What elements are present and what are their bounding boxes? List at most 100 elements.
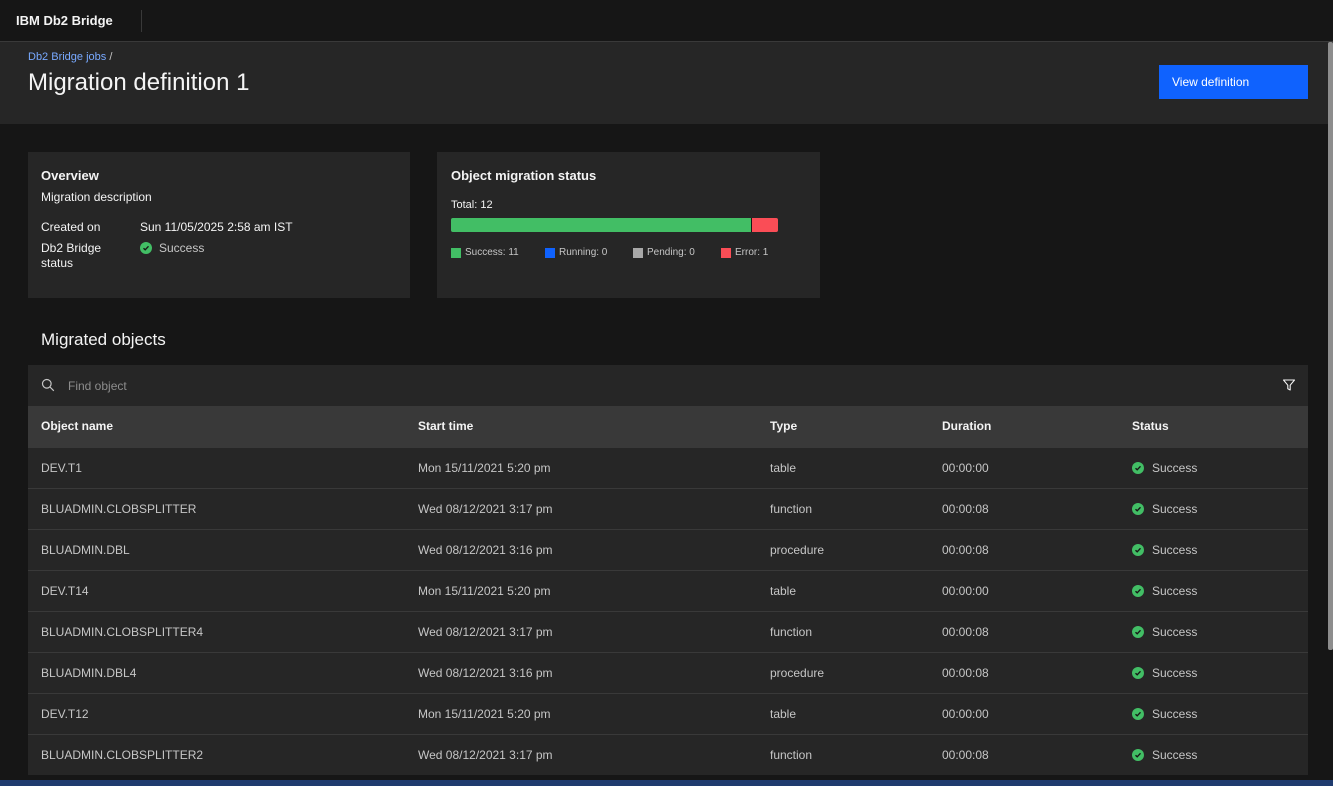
status-text: Success	[1152, 665, 1198, 680]
cell-name: DEV.T12	[41, 706, 89, 721]
cell-type: table	[770, 706, 797, 721]
created-on-value: Sun 11/05/2025 2:58 am IST	[140, 220, 293, 234]
bridge-status-value: Success	[140, 241, 204, 255]
legend-label-pending: Pending: 0	[647, 247, 695, 258]
status-indicator: Success	[1132, 748, 1308, 762]
cell-name: BLUADMIN.DBL4	[41, 665, 137, 680]
checkmark-filled-icon	[1132, 584, 1144, 597]
cell-name: DEV.T1	[41, 460, 82, 475]
migration-legend: Success: 11 Running: 0 Pending: 0 Error: 1	[451, 247, 781, 258]
overview-title: Overview	[41, 168, 99, 183]
cell-start: Wed 08/12/2021 3:16 pm	[418, 542, 553, 557]
status-indicator: Success	[1132, 584, 1308, 598]
cell-status: Success	[1119, 693, 1308, 734]
breadcrumb-separator: /	[109, 51, 113, 63]
table-row[interactable]: DEV.T1 Mon 15/11/2021 5:20 pm table 00:00:0…	[28, 447, 1308, 488]
migration-total: Total: 12	[451, 199, 493, 211]
cell-duration: 00:00:00	[942, 583, 989, 598]
checkmark-filled-icon	[1132, 666, 1144, 679]
checkmark-filled-icon	[1132, 748, 1144, 761]
cell-status: Success	[1119, 652, 1308, 693]
shell-header: IBM Db2 Bridge	[0, 0, 1333, 42]
migration-progress-bar	[451, 218, 778, 232]
breadcrumb: Db2 Bridge jobs /	[28, 51, 112, 63]
cell-duration: 00:00:08	[942, 624, 989, 639]
brand-name[interactable]: IBM Db2 Bridge	[0, 9, 142, 32]
status-text: Success	[1152, 747, 1198, 762]
migrated-objects-title: Migrated objects	[41, 330, 166, 349]
column-header-start-time[interactable]: Start time	[405, 406, 757, 447]
breadcrumb-link-jobs[interactable]: Db2 Bridge jobs	[28, 51, 106, 63]
cell-status: Success	[1119, 611, 1308, 652]
cell-type: table	[770, 460, 797, 475]
created-on-text: Sun 11/05/2025 2:58 am IST	[140, 220, 293, 234]
cell-name: DEV.T14	[41, 583, 89, 598]
cell-duration: 00:00:00	[942, 460, 989, 475]
cell-start: Mon 15/11/2021 5:20 pm	[418, 583, 551, 598]
cell-duration: 00:00:08	[942, 747, 989, 762]
cell-start: Mon 15/11/2021 5:20 pm	[418, 460, 551, 475]
legend-label-running: Running: 0	[559, 247, 608, 258]
legend-swatch-running	[545, 247, 555, 258]
checkmark-filled-icon	[1132, 707, 1144, 720]
legend-swatch-pending	[633, 247, 643, 258]
progress-segment-success	[451, 218, 751, 232]
cell-duration: 00:00:08	[942, 501, 989, 516]
overview-card: Overview Migration description Created o…	[28, 152, 410, 298]
cell-status: Success	[1119, 447, 1308, 488]
table-body: DEV.T1 Mon 15/11/2021 5:20 pm table 00:00:0…	[28, 447, 1308, 775]
legend-item-pending: Pending: 0	[633, 247, 721, 258]
overview-description: Migration description	[41, 190, 152, 204]
filter-icon[interactable]	[1282, 378, 1296, 392]
table-toolbar	[28, 365, 1308, 406]
legend-item-error: Error: 1	[721, 247, 781, 258]
column-header-duration[interactable]: Duration	[929, 406, 1119, 447]
cell-type: procedure	[770, 665, 825, 680]
table-row[interactable]: BLUADMIN.CLOBSPLITTER4 Wed 08/12/2021 3:1…	[28, 611, 1308, 652]
status-text: Success	[1152, 501, 1198, 516]
page-title: Migration definition 1	[28, 69, 250, 96]
table-header-row: Object name Start time Type Duration Status	[28, 406, 1308, 447]
table-row[interactable]: BLUADMIN.CLOBSPLITTER Wed 08/12/2021 3:17…	[28, 488, 1308, 529]
checkmark-filled-icon	[1132, 502, 1144, 515]
cell-start: Mon 15/11/2021 5:20 pm	[418, 706, 551, 721]
table-row[interactable]: BLUADMIN.DBL4 Wed 08/12/2021 3:16 pm proce…	[28, 652, 1308, 693]
cell-start: Wed 08/12/2021 3:17 pm	[418, 624, 553, 639]
page-header: Db2 Bridge jobs / Migration definition 1…	[0, 42, 1333, 124]
bridge-status-label: Db2 Bridge status	[41, 241, 102, 270]
cell-type: function	[770, 747, 813, 762]
table-row[interactable]: DEV.T12 Mon 15/11/2021 5:20 pm table 00:00:…	[28, 693, 1308, 734]
cell-type: table	[770, 583, 797, 598]
legend-item-success: Success: 11	[451, 247, 545, 258]
checkmark-filled-icon	[1132, 461, 1144, 474]
migration-status-card: Object migration status Total: 12 Succes…	[437, 152, 820, 298]
status-indicator: Success	[1132, 502, 1308, 516]
table-row[interactable]: DEV.T14 Mon 15/11/2021 5:20 pm table 00:00:…	[28, 570, 1308, 611]
table-row[interactable]: BLUADMIN.DBL Wed 08/12/2021 3:16 pm proced…	[28, 529, 1308, 570]
cell-name: BLUADMIN.CLOBSPLITTER	[41, 501, 197, 516]
column-header-type[interactable]: Type	[757, 406, 929, 447]
cell-name: BLUADMIN.DBL	[41, 542, 130, 557]
legend-item-running: Running: 0	[545, 247, 633, 258]
checkmark-filled-icon	[1132, 625, 1144, 638]
status-text: Success	[1152, 706, 1198, 721]
cell-start: Wed 08/12/2021 3:17 pm	[418, 501, 553, 516]
status-indicator: Success	[1132, 666, 1308, 680]
scrollbar[interactable]	[1328, 42, 1333, 650]
view-definition-button[interactable]: View definition	[1159, 65, 1308, 99]
migration-status-title: Object migration status	[451, 168, 597, 183]
progress-segment-error	[750, 218, 778, 232]
status-indicator: Success	[1132, 461, 1308, 475]
cell-name: BLUADMIN.CLOBSPLITTER4	[41, 624, 204, 639]
cell-name: BLUADMIN.CLOBSPLITTER2	[41, 747, 204, 762]
cell-status: Success	[1119, 734, 1308, 775]
column-header-object-name[interactable]: Object name	[28, 406, 405, 447]
migrated-objects-table: Object name Start time Type Duration Status …	[28, 406, 1308, 775]
status-text: Success	[1152, 583, 1198, 598]
find-object-input[interactable]	[68, 365, 1248, 406]
cell-status: Success	[1119, 488, 1308, 529]
table-row[interactable]: BLUADMIN.CLOBSPLITTER2 Wed 08/12/2021 3:1…	[28, 734, 1308, 775]
cell-type: function	[770, 624, 813, 639]
cell-status: Success	[1119, 570, 1308, 611]
column-header-status[interactable]: Status	[1119, 406, 1308, 447]
